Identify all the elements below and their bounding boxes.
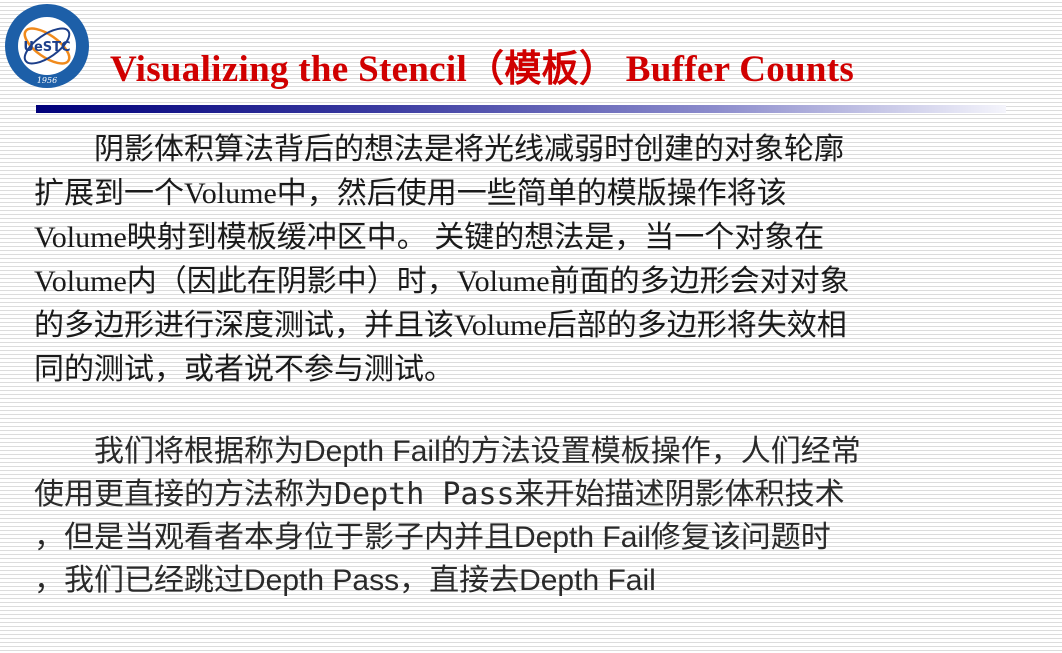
code-term: Depth Pass xyxy=(334,477,515,512)
paragraph-line: 使用更直接的方法称为Depth Pass来开始描述阴影体积技术 xyxy=(34,473,861,516)
paragraph-2: 我们将根据称为Depth Fail的方法设置模板操作，人们经常 使用更直接的方法… xyxy=(34,430,861,602)
paragraph-1: 阴影体积算法背后的想法是将光线减弱时创建的对象轮廓 扩展到一个Volume中，然… xyxy=(34,128,850,392)
paragraph-line: 同的测试，或者说不参与测试。 xyxy=(34,353,454,386)
svg-text:1956: 1956 xyxy=(37,76,57,85)
slide-title: Visualizing the Stencil（模板） Buffer Count… xyxy=(110,49,855,90)
paragraph-line: ，我们已经跳过Depth Pass，直接去Depth Fail xyxy=(34,564,656,597)
paragraph-line: 我们将根据称为Depth Fail的方法设置模板操作，人们经常 xyxy=(34,435,861,468)
paragraph-line: Volume内（因此在阴影中）时，Volume前面的多边形会对对象 xyxy=(34,265,850,298)
paragraph-line: Volume映射到模板缓冲区中。 关键的想法是，当一个对象在 xyxy=(34,221,825,254)
svg-text:UeSTC: UeSTC xyxy=(23,40,70,55)
university-logo: UeSTC 1956 xyxy=(2,3,92,89)
text-segment: 来开始描述阴影体积技术 xyxy=(514,478,845,511)
paragraph-line: 的多边形进行深度测试，并且该Volume后部的多边形将失效相 xyxy=(34,309,847,342)
text-segment: 使用更直接的方法称为 xyxy=(34,478,334,511)
paragraph-line: 阴影体积算法背后的想法是将光线减弱时创建的对象轮廓 xyxy=(34,133,844,166)
paragraph-line: ，但是当观看者本身位于影子内并且Depth Fail修复该问题时 xyxy=(34,521,831,554)
title-underline-bar xyxy=(36,105,1006,113)
paragraph-line: 扩展到一个Volume中，然后使用一些简单的模版操作将该 xyxy=(34,177,787,210)
